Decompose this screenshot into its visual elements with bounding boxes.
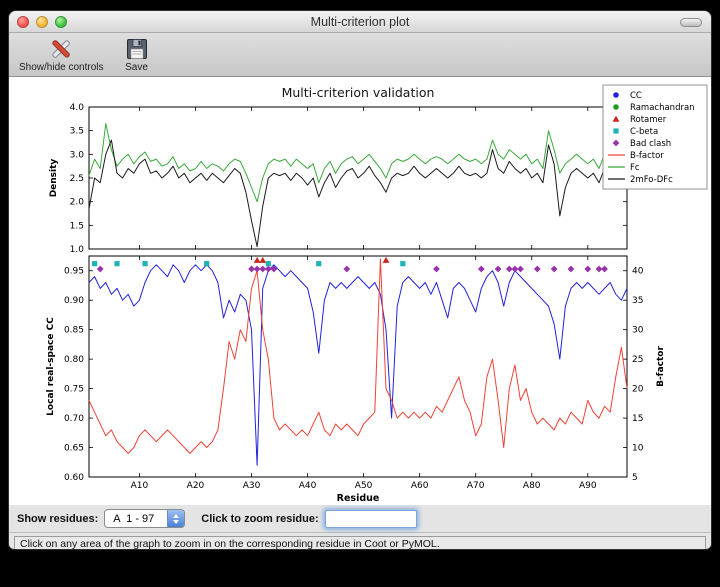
- show-hide-controls-label: Show/hide controls: [19, 62, 104, 73]
- svg-text:A60: A60: [411, 481, 429, 491]
- save-label: Save: [125, 62, 148, 73]
- save-button[interactable]: Save: [120, 35, 154, 74]
- svg-text:25: 25: [632, 355, 643, 365]
- svg-text:A30: A30: [243, 481, 261, 491]
- status-bar: Click on any area of the graph to zoom i…: [9, 533, 711, 550]
- svg-text:0.85: 0.85: [64, 326, 84, 336]
- svg-text:Local real-space CC: Local real-space CC: [46, 317, 56, 416]
- toolbar-toggle-button[interactable]: [680, 18, 702, 27]
- tools-icon: [48, 36, 74, 62]
- status-text: Click on any area of the graph to zoom i…: [20, 538, 440, 550]
- residue-range-select[interactable]: A 1 - 97: [104, 509, 185, 528]
- svg-text:5: 5: [632, 473, 638, 483]
- svg-text:20: 20: [632, 385, 644, 395]
- close-button[interactable]: [17, 16, 29, 28]
- svg-text:A10: A10: [131, 481, 149, 491]
- title-bar[interactable]: Multi-criterion plot: [9, 11, 711, 33]
- residue-range-value: A 1 - 97: [105, 510, 167, 527]
- svg-text:3.0: 3.0: [70, 150, 85, 160]
- svg-text:A50: A50: [355, 481, 373, 491]
- svg-text:0.90: 0.90: [64, 296, 84, 306]
- svg-text:Density: Density: [49, 159, 59, 198]
- zoom-residue-input[interactable]: [325, 510, 417, 528]
- multi-criterion-chart[interactable]: Multi-criterion validation 1.0 1.5 2.0 2.5 3.…: [9, 77, 712, 505]
- svg-text:0.70: 0.70: [64, 414, 84, 424]
- svg-text:0.65: 0.65: [64, 444, 84, 454]
- svg-text:0.80: 0.80: [64, 355, 84, 365]
- svg-text:2.0: 2.0: [70, 198, 85, 208]
- stepper-icon: [167, 510, 184, 527]
- svg-text:10: 10: [632, 444, 644, 454]
- svg-text:2mFo-DFc: 2mFo-DFc: [630, 175, 673, 185]
- svg-text:A20: A20: [187, 481, 205, 491]
- show-hide-controls-button[interactable]: Show/hide controls: [15, 35, 108, 74]
- svg-text:Rotamer: Rotamer: [630, 115, 667, 125]
- svg-text:1.0: 1.0: [70, 245, 85, 255]
- svg-text:40: 40: [632, 267, 644, 277]
- svg-text:4.0: 4.0: [70, 103, 85, 113]
- toolbar: Show/hide controls Save: [9, 33, 711, 77]
- svg-text:B-factor: B-factor: [630, 151, 664, 161]
- svg-text:A70: A70: [467, 481, 485, 491]
- svg-text:CC: CC: [630, 91, 642, 101]
- svg-text:Fc: Fc: [630, 163, 640, 173]
- app-window: Multi-criterion plot Show/hide controls: [8, 10, 712, 550]
- maximize-button[interactable]: [55, 16, 67, 28]
- svg-text:0.60: 0.60: [64, 473, 84, 483]
- svg-text:Ramachandran: Ramachandran: [630, 103, 695, 113]
- svg-text:C-beta: C-beta: [630, 127, 658, 137]
- svg-text:A80: A80: [523, 481, 541, 491]
- svg-text:30: 30: [632, 326, 644, 336]
- svg-text:A40: A40: [299, 481, 317, 491]
- svg-text:3.5: 3.5: [70, 127, 84, 137]
- svg-text:Multi-criterion validation: Multi-criterion validation: [282, 85, 435, 100]
- window-title: Multi-criterion plot: [311, 15, 410, 29]
- zoom-residue-label: Click to zoom residue:: [201, 513, 318, 525]
- svg-text:0.75: 0.75: [64, 385, 84, 395]
- svg-text:15: 15: [632, 414, 643, 424]
- svg-text:1.5: 1.5: [70, 221, 84, 231]
- svg-text:Bad clash: Bad clash: [630, 139, 671, 149]
- show-residues-label: Show residues:: [17, 513, 98, 525]
- controls-bar: Show residues: A 1 - 97 Click to zoom re…: [9, 505, 711, 533]
- svg-text:35: 35: [632, 296, 643, 306]
- minimize-button[interactable]: [36, 16, 48, 28]
- svg-text:2.5: 2.5: [70, 174, 84, 184]
- svg-text:Residue: Residue: [337, 493, 380, 504]
- svg-text:0.95: 0.95: [64, 267, 84, 277]
- chart-canvas[interactable]: Multi-criterion validation 1.0 1.5 2.0 2.5 3.…: [9, 77, 711, 505]
- window-controls: [17, 16, 67, 28]
- svg-text:B-factor: B-factor: [656, 346, 666, 387]
- save-icon: [124, 36, 150, 62]
- svg-text:A90: A90: [579, 481, 597, 491]
